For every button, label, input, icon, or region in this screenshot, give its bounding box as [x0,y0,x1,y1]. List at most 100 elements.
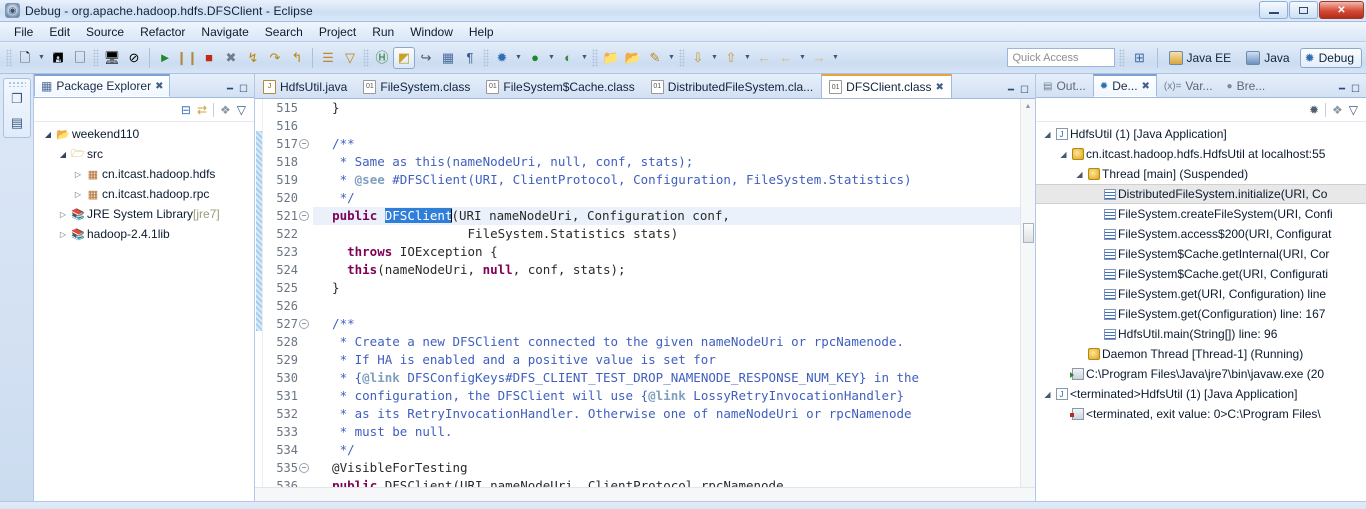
toolbar-grip-6[interactable] [679,48,685,67]
code-line[interactable]: * @see #DFSClient(URI, ClientProtocol, C… [313,171,1020,189]
debug-tree-item[interactable]: FileSystem$Cache.get(URI, Configurati [1036,264,1366,284]
prev-annotation-icon[interactable]: ⇧ [720,47,742,69]
forward-icon[interactable]: → [808,47,830,69]
collapse-arrow-icon[interactable]: ◢ [1042,390,1053,399]
terminate-icon[interactable]: ■ [198,47,220,69]
toolbar-grip-2[interactable] [93,48,99,67]
debug-tree-item[interactable]: DistributedFileSystem.initialize(URI, Co [1036,184,1366,204]
debug-tab-debug[interactable]: ✹ De... ✖ [1092,74,1157,97]
print-icon[interactable]: ☰ [317,47,339,69]
package-explorer-icon[interactable]: ▤ [4,111,30,135]
editor-tab-filesystem-class[interactable]: 01 FileSystem.class [355,74,478,98]
code-line[interactable]: */ [313,189,1020,207]
minimize-button[interactable] [1259,1,1288,19]
code-line[interactable]: */ [313,441,1020,459]
paragraph-icon[interactable]: ¶ [459,47,481,69]
step-return-icon[interactable]: ↰ [286,47,308,69]
code-line[interactable] [313,297,1020,315]
next-annotation-dropdown-icon[interactable]: ▼ [709,47,720,69]
restore-icon[interactable]: ❐ [4,87,30,111]
debug-tab-breakpoints[interactable]: ● Bre... [1220,74,1273,97]
debug-tree-item[interactable]: FileSystem.access$200(URI, Configurat [1036,224,1366,244]
editor-horizontal-scrollbar[interactable] [255,487,1035,501]
expand-arrow-icon[interactable]: ▷ [57,210,69,219]
code-line[interactable]: * must be null. [313,423,1020,441]
quick-access-input[interactable]: Quick Access [1006,48,1115,67]
editor-tab-hdfsutil-java[interactable]: J HdfsUtil.java [255,74,355,98]
minimize-icon[interactable]: ━ [227,84,233,95]
source-code[interactable]: } /** * Same as this(nameNodeUri, null, … [313,99,1020,487]
fold-toggle-icon[interactable]: − [299,463,309,473]
step-into-icon[interactable]: ↯ [242,47,264,69]
code-line[interactable]: * If HA is enabled and a positive value … [313,351,1020,369]
fold-toggle-icon[interactable]: − [299,211,309,221]
view-filter-icon[interactable]: ❖ [1332,103,1343,117]
code-line[interactable]: /** [313,315,1020,333]
coverage-icon[interactable]: ◐ [557,47,579,69]
code-line[interactable]: } [313,99,1020,117]
editor-tab-filesystem-cache-class[interactable]: 01 FileSystem$Cache.class [478,74,642,98]
menu-item-help[interactable]: Help [461,23,502,41]
link-with-editor-icon[interactable]: ⇄ [197,103,207,117]
perspective-debug[interactable]: ✹ Debug [1299,47,1362,68]
expand-arrow-icon[interactable]: ▷ [72,170,84,179]
close-button[interactable]: ✕ [1319,1,1364,19]
open-task-icon[interactable]: 📂 [622,47,644,69]
collapse-arrow-icon[interactable]: ◢ [1058,150,1069,159]
debug-tree-item[interactable]: ◢ J <terminated>HdfsUtil (1) [Java Applica… [1036,384,1366,404]
collapse-arrow-icon[interactable]: ◢ [42,130,54,139]
code-line[interactable]: * as its RetryInvocationHandler. Otherwi… [313,405,1020,423]
tree-item-cn-itcast-hadoop-hdfs[interactable]: ▷ ▦ cn.itcast.hadoop.hdfs [34,164,254,184]
code-line[interactable]: * Create a new DFSClient connected to th… [313,333,1020,351]
debug-tree-item[interactable]: Daemon Thread [Thread-1] (Running) [1036,344,1366,364]
back-history-icon[interactable]: ← [775,47,797,69]
code-line[interactable]: public DFSClient(URI nameNodeUri, Config… [313,207,1020,225]
tree-item-jre-system-library[interactable]: ▷ 📚 JRE System Library [jre7] [34,204,254,224]
code-line[interactable]: * {@link DFSConfigKeys#DFS_CLIENT_TEST_D… [313,369,1020,387]
menu-item-run[interactable]: Run [364,23,402,41]
code-line[interactable] [313,117,1020,135]
menu-item-edit[interactable]: Edit [41,23,78,41]
debug-tree-item[interactable]: ◢ Thread [main] (Suspended) [1036,164,1366,184]
debug-tree-item[interactable]: C:\Program Files\Java\jre7\bin\javaw.exe… [1036,364,1366,384]
open-perspective-icon[interactable]: ⊞ [1129,47,1151,69]
minimize-icon[interactable]: ━ [1339,84,1345,95]
menu-item-project[interactable]: Project [311,23,364,41]
fold-toggle-icon[interactable]: − [299,319,309,329]
open-type-icon[interactable]: 📁 [600,47,622,69]
new-icon[interactable]: 🗋 [14,47,36,69]
code-line[interactable]: throws IOException { [313,243,1020,261]
code-line[interactable]: /** [313,135,1020,153]
annotation-icon[interactable]: ↪ [415,47,437,69]
new-java-class-icon[interactable]: Ⓗ [371,47,393,69]
maximize-icon[interactable]: ☐ [1351,84,1360,95]
debug-tab-outline[interactable]: ▤ Out... [1036,74,1093,97]
resume-icon[interactable]: ► [154,47,176,69]
debug-tree-item[interactable]: FileSystem.get(URI, Configuration) line [1036,284,1366,304]
toolbar-grip-7[interactable] [1118,48,1125,67]
prev-annotation-dropdown-icon[interactable]: ▼ [742,47,753,69]
filter-icon[interactable]: ▽ [339,47,361,69]
collapse-arrow-icon[interactable]: ◢ [57,150,69,159]
skip-breakpoints-icon[interactable]: ⊘ [123,47,145,69]
debug-tree-item[interactable]: ◢ J HdfsUtil (1) [Java Application] [1036,124,1366,144]
coverage-dropdown-icon[interactable]: ▼ [579,47,590,69]
debug-tree-item[interactable]: HdfsUtil.main(String[]) line: 96 [1036,324,1366,344]
tree-item-cn-itcast-hadoop-rpc[interactable]: ▷ ▦ cn.itcast.hadoop.rpc [34,184,254,204]
toolbar-grip-4[interactable] [483,48,489,67]
menu-item-source[interactable]: Source [78,23,132,41]
step-over-icon[interactable]: ↷ [264,47,286,69]
suspend-icon[interactable]: ❙❙ [176,47,198,69]
java-editor-icon[interactable]: ◩ [393,46,415,69]
editor-tab-distributedfilesystem-cla-[interactable]: 01 DistributedFileSystem.cla... [643,74,821,98]
next-annotation-icon[interactable]: ⇩ [687,47,709,69]
toolbar-grip-3[interactable] [363,48,369,67]
tree-item-hadoop-2-4-1lib[interactable]: ▷ 📚 hadoop-2.4.1lib [34,224,254,244]
code-line[interactable]: } [313,279,1020,297]
debug-tree-item[interactable]: FileSystem$Cache.getInternal(URI, Cor [1036,244,1366,264]
debug-stack-tree[interactable]: ◢ J HdfsUtil (1) [Java Application] ◢ cn.itc… [1036,122,1366,501]
perspective-java-ee[interactable]: Java EE [1164,48,1240,68]
maximize-icon[interactable]: ☐ [1020,85,1029,96]
expand-arrow-icon[interactable]: ▷ [57,230,69,239]
new-dropdown-icon[interactable]: ▼ [36,47,47,69]
